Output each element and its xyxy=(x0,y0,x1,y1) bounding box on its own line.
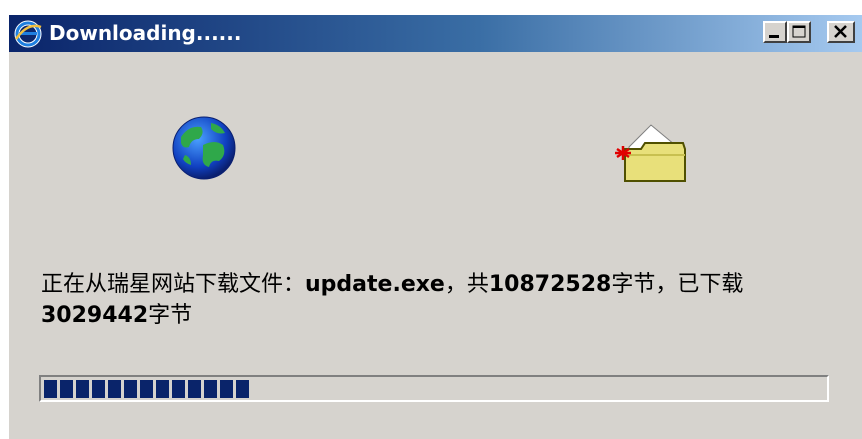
status-mid2: 字节，已下载 xyxy=(611,272,744,297)
progress-block xyxy=(124,380,137,398)
status-filename: update.exe xyxy=(305,272,445,297)
maximize-icon xyxy=(792,25,806,38)
status-suffix: 字节 xyxy=(148,303,193,328)
ie-icon xyxy=(14,20,42,48)
progress-block xyxy=(60,380,73,398)
globe-icon xyxy=(172,116,236,180)
progress-block xyxy=(108,380,121,398)
download-dialog: Downloading...... 正在从瑞星网站下载文件：update.exe… xyxy=(8,14,862,439)
maximize-button[interactable] xyxy=(787,21,811,43)
close-button[interactable] xyxy=(827,21,855,43)
window-title: Downloading...... xyxy=(49,21,242,45)
status-total-bytes: 10872528 xyxy=(488,272,612,297)
progress-block xyxy=(220,380,233,398)
progress-block xyxy=(172,380,185,398)
status-downloaded-bytes: 3029442 xyxy=(41,303,149,328)
progress-block xyxy=(236,380,249,398)
progress-block xyxy=(188,380,201,398)
progress-block xyxy=(44,380,57,398)
progress-bar xyxy=(39,375,829,402)
minimize-button[interactable] xyxy=(763,21,787,43)
folder-icon xyxy=(615,124,686,182)
progress-block xyxy=(92,380,105,398)
progress-fill xyxy=(44,380,249,398)
status-message: 正在从瑞星网站下载文件：update.exe，共10872528字节，已下载 30… xyxy=(41,269,841,331)
close-icon xyxy=(834,25,847,38)
progress-block xyxy=(76,380,89,398)
progress-block xyxy=(204,380,217,398)
title-bar[interactable]: Downloading...... xyxy=(9,15,862,52)
status-mid1: ，共 xyxy=(444,272,489,297)
status-prefix: 正在从瑞星网站下载文件： xyxy=(41,272,306,297)
progress-block xyxy=(140,380,153,398)
progress-block xyxy=(156,380,169,398)
minimize-icon xyxy=(769,35,779,38)
